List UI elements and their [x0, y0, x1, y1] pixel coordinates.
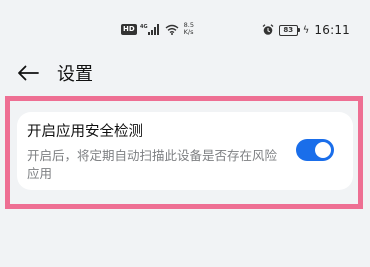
header: 设置	[0, 58, 370, 92]
setting-card-app-security-check[interactable]: 开启应用安全检测 开启后，将定期自动扫描此设备是否存在风险应用	[17, 112, 353, 190]
toggle-knob	[315, 142, 331, 158]
arrow-left-icon	[17, 65, 39, 85]
setting-description: 开启后，将定期自动扫描此设备是否存在风险应用	[27, 148, 278, 181]
setting-title: 开启应用安全检测	[27, 124, 143, 140]
network-speed: 8.5 K/s	[184, 22, 194, 36]
svg-text:4G: 4G	[140, 24, 148, 30]
status-right: 83 ϟ 16:11	[262, 22, 350, 38]
hd-badge: HD	[121, 23, 137, 35]
status-indicators: HD 4G 8.5 K/s	[121, 20, 194, 38]
alarm-icon	[262, 21, 274, 40]
charging-icon: ϟ	[302, 24, 310, 36]
page-title: 设置	[57, 64, 93, 85]
network-speed-unit: K/s	[183, 28, 194, 36]
wifi-icon	[165, 20, 179, 39]
battery-icon: 83	[278, 24, 300, 36]
clock: 16:11	[314, 23, 350, 37]
battery-level: 83	[283, 26, 294, 34]
back-button[interactable]	[14, 62, 42, 88]
security-check-toggle[interactable]	[296, 139, 334, 161]
status-bar: HD 4G 8.5 K/s 83 ϟ 16:11	[0, 0, 370, 40]
cellular-signal-icon: 4G	[140, 20, 162, 39]
